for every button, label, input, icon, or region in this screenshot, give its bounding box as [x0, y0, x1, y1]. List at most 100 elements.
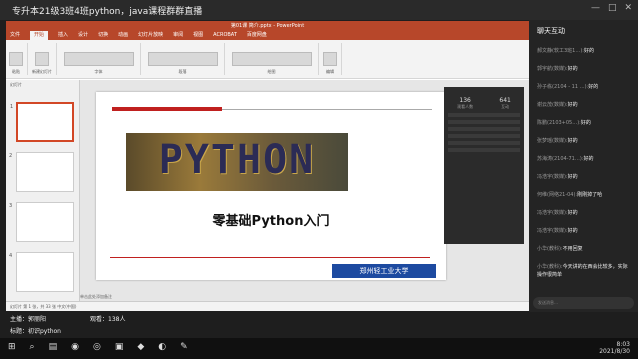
new-slide-icon: [35, 52, 49, 66]
chat-text: 好的: [567, 66, 578, 72]
ribbon-group-font[interactable]: 字体: [61, 43, 141, 75]
viewer-count: 观看：138人: [90, 316, 126, 323]
ppt-statusbar: 幻灯片 第 1 张，共 33 张 中文(中国): [6, 301, 529, 311]
thumbnail-slide-1[interactable]: 1: [10, 102, 74, 142]
chat-message: 谢云茂(数媒):好的: [529, 96, 638, 114]
maximize-icon[interactable]: □: [608, 3, 617, 13]
menu-animations[interactable]: 动画: [118, 31, 128, 40]
chat-message: 冯浩宇(数媒):好的: [529, 168, 638, 186]
chat-message: 何维(网络21-04):刚刚掉了哈: [529, 186, 638, 204]
chat-text: 好的: [567, 210, 578, 216]
camera-row: [448, 113, 520, 117]
start-icon[interactable]: ⊞: [8, 342, 16, 352]
chat-message: 郭宇航(数媒):好的: [529, 60, 638, 78]
chat-text: 好的: [588, 84, 599, 90]
search-icon[interactable]: ⌕: [30, 342, 35, 352]
chat-message: 苏海涛(2104-71…):好的: [529, 150, 638, 168]
chat-user: 陈鹏(2103+05…):: [537, 120, 581, 126]
thumbs-header: 幻灯片: [10, 82, 22, 87]
camera-row: [448, 148, 520, 152]
chrome-icon[interactable]: ◎: [93, 342, 101, 352]
ppt-window-title: 第01课 简介.pptx - PowerPoint: [6, 21, 529, 31]
chat-user: 郭宇航(数媒):: [537, 66, 568, 72]
clock-time: 8:03: [616, 341, 630, 348]
menu-transitions[interactable]: 切换: [98, 31, 108, 40]
menu-design[interactable]: 设计: [78, 31, 88, 40]
slide-title: 零基础Python入门: [212, 214, 330, 229]
chat-input[interactable]: 发送消息…: [533, 297, 634, 309]
chat-user: 谢云茂(数媒):: [537, 102, 568, 108]
find-icon: [323, 52, 337, 66]
menu-slideshow[interactable]: 幻灯片放映: [138, 31, 163, 40]
menu-baidu[interactable]: 百度网盘: [247, 31, 267, 40]
taskbar-icons: ⊞ ⌕ ▤ ◉ ◎ ▣ ◆ ◐ ✎: [0, 338, 196, 356]
live-app-icon[interactable]: ◐: [158, 342, 166, 352]
chat-message: 冯浩宇(数媒):好的: [529, 204, 638, 222]
slide-gray-line: [222, 109, 432, 110]
notes-pane[interactable]: 单击此处添加备注: [80, 294, 112, 300]
menu-file[interactable]: 文件: [10, 31, 20, 40]
chat-user: 小华(教科):: [537, 246, 563, 252]
ribbon-group-paragraph[interactable]: 段落: [145, 43, 225, 75]
chat-message: 陈鹏(2103+05…):好的: [529, 114, 638, 132]
menu-acrobat[interactable]: ACROBAT: [213, 31, 237, 40]
chat-user: 冯浩宇(数媒):: [537, 174, 568, 180]
host-label: 主播：郭丽阳: [10, 316, 47, 323]
ribbon-group-editing[interactable]: 编辑: [323, 43, 342, 75]
camera-row: [448, 134, 520, 138]
university-logo: 郑州轻工业大学: [332, 264, 436, 278]
ribbon-group-new-slide[interactable]: 新建幻灯片: [32, 43, 57, 75]
thumbnail-slide-2[interactable]: 2: [9, 152, 74, 192]
clock[interactable]: 8:03 2021/8/30: [599, 341, 630, 355]
chat-text: 刚刚掉了哈: [577, 192, 603, 198]
close-icon[interactable]: ✕: [624, 3, 632, 13]
task-view-icon[interactable]: ▤: [49, 342, 58, 352]
ribbon-group-drawing[interactable]: 绘图: [229, 43, 319, 75]
slide-red-bar: [112, 107, 222, 111]
chat-message: 郝文静(软工3班1…):好的: [529, 42, 638, 60]
font-controls-icon: [63, 52, 134, 66]
wps-icon[interactable]: ◆: [137, 342, 144, 352]
chat-user: 冯浩宇(数媒):: [537, 228, 568, 234]
menu-review[interactable]: 审阅: [173, 31, 183, 40]
python-banner-image: PYTHON: [126, 133, 348, 191]
camera-row: [448, 127, 520, 131]
chat-user: 张梦瑶(数媒):: [537, 138, 568, 144]
chat-message: 孙子栋(2104 - 11 …):好的: [529, 78, 638, 96]
camera-stats: 136 观看人数 641 互动: [444, 87, 524, 110]
chat-user: 孙子栋(2104 - 11 …):: [537, 84, 589, 90]
minimize-icon[interactable]: —: [591, 3, 600, 13]
app-icon[interactable]: ▣: [115, 342, 124, 352]
menu-view[interactable]: 视图: [193, 31, 203, 40]
paste-icon: [9, 52, 23, 66]
camera-row: [448, 120, 520, 124]
clock-date: 2021/8/30: [599, 348, 630, 355]
live-title-bar: 专升本21级3班4班python，java课程群群直播 — □ ✕: [0, 0, 638, 20]
chat-text: 好的: [580, 120, 591, 126]
chat-text: 好的: [567, 138, 578, 144]
ppt-menu: 文件 开始 插入 设计 切换 动画 幻灯片放映 审阅 视图 ACROBAT 百度…: [6, 31, 529, 40]
live-title: 专升本21级3班4班python，java课程群群直播: [12, 7, 203, 17]
chat-title: 聊天互动: [537, 27, 565, 35]
thumbnail-slide-4[interactable]: 4: [9, 252, 74, 292]
ribbon: 粘贴 新建幻灯片 字体 段落 绘图 编辑: [6, 40, 529, 79]
thumbnail-slide-3[interactable]: 3: [9, 202, 74, 242]
chat-message: 张梦瑶(数媒):好的: [529, 132, 638, 150]
slide-bottom-line: [110, 257, 430, 258]
menu-insert[interactable]: 插入: [58, 31, 68, 40]
slide-canvas[interactable]: PYTHON 零基础Python入门 郑州轻工业大学: [96, 92, 446, 280]
slide-thumbnails: 幻灯片 1 2 3 4: [6, 80, 80, 301]
browser-icon[interactable]: ◉: [71, 342, 79, 352]
camera-row: [448, 141, 520, 145]
chat-text: 不用回复: [562, 246, 583, 252]
stat-b: 641 互动: [499, 97, 511, 109]
chat-text: 好的: [567, 228, 578, 234]
menu-home[interactable]: 开始: [30, 31, 49, 40]
camera-panel: 136 观看人数 641 互动: [444, 87, 524, 244]
chat-list: 郝文静(软工3班1…):好的 郭宇航(数媒):好的 孙子栋(2104 - 11 …)…: [529, 42, 638, 284]
ribbon-group-paste[interactable]: 粘贴: [9, 43, 28, 75]
pen-icon[interactable]: ✎: [180, 342, 188, 352]
shapes-icon: [231, 52, 312, 66]
chat-text: 好的: [567, 174, 578, 180]
chat-user: 郝文静(软工3班1…):: [537, 48, 584, 54]
